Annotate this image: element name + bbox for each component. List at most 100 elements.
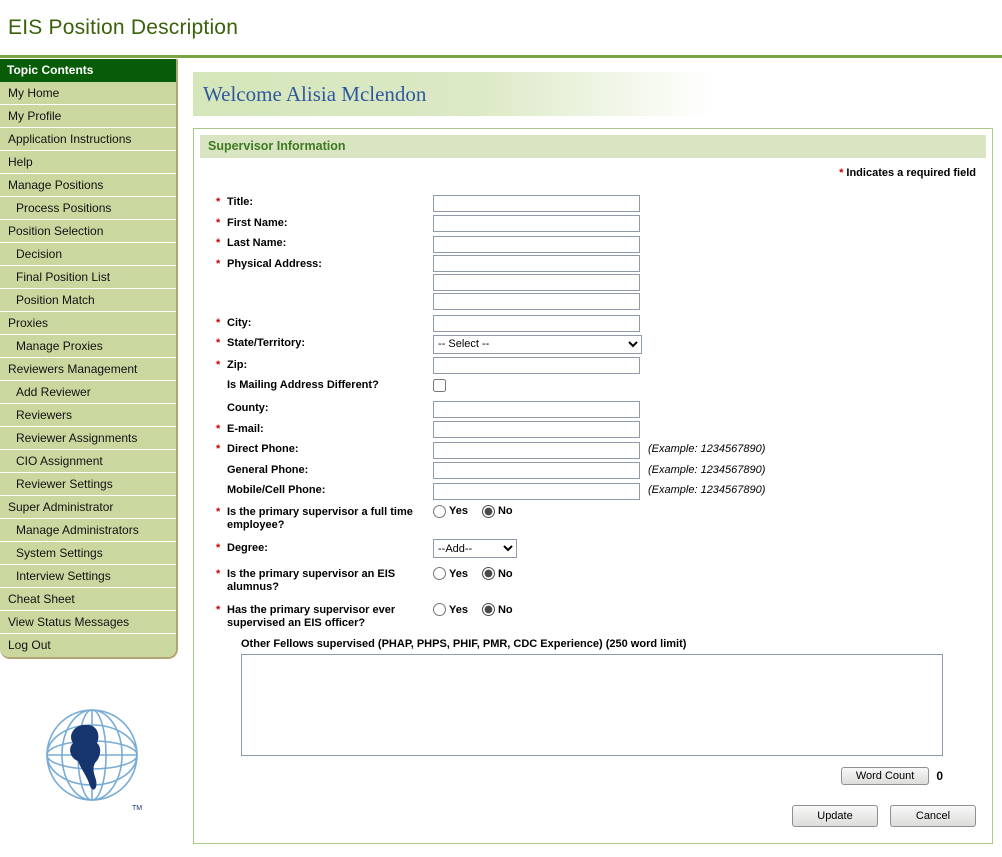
header-divider [0,55,1002,58]
last-name-input[interactable] [433,236,640,253]
required-asterisk: * [216,217,220,230]
degree-label: * Degree: [216,539,433,555]
sidebar-item-manage-positions[interactable]: Manage Positions [0,174,176,197]
state-territory-select[interactable]: -- Select -- [433,335,642,354]
mobile-phone-input[interactable] [433,483,640,500]
supervised-eis-yes-option[interactable]: Yes [433,603,468,616]
form-row-county: County: [216,399,976,418]
mailing-different-label: Is Mailing Address Different? [216,376,433,392]
required-asterisk: * [216,604,220,617]
sidebar-item-super-administrator[interactable]: Super Administrator [0,496,176,519]
word-count-button[interactable]: Word Count [841,767,930,785]
physical-address-line1-input[interactable] [433,255,640,272]
last-name-label: * Last Name: [216,234,433,250]
city-input[interactable] [433,315,640,332]
sidebar-item-log-out[interactable]: Log Out [0,634,176,657]
word-count-row: Word Count 0 [241,767,943,785]
sidebar-item-reviewers[interactable]: Reviewers [0,404,176,427]
alumnus-no-radio[interactable] [482,567,495,580]
sidebar-item-proxies[interactable]: Proxies [0,312,176,335]
form-actions: Update Cancel [792,805,976,827]
sidebar-item-application-instructions[interactable]: Application Instructions [0,128,176,151]
required-asterisk: * [216,359,220,372]
other-fellows-label: Other Fellows supervised (PHAP, PHPS, PH… [216,638,976,650]
cancel-button[interactable]: Cancel [890,805,976,827]
form-row-last-name: * Last Name: [216,234,976,253]
alumnus-no-option[interactable]: No [482,567,513,580]
general-phone-input[interactable] [433,462,640,479]
form-row-state: * State/Territory: -- Select -- [216,334,976,354]
mobile-phone-example-hint: (Example: 1234567890) [648,481,765,496]
sidebar-item-help[interactable]: Help [0,151,176,174]
state-territory-label: * State/Territory: [216,334,433,350]
supervised-eis-label: * Has the primary supervisor ever superv… [216,601,433,630]
sidebar-item-decision[interactable]: Decision [0,243,176,266]
sidebar-item-my-home[interactable]: My Home [0,82,176,105]
full-time-no-radio[interactable] [482,505,495,518]
full-time-no-option[interactable]: No [482,505,513,518]
sidebar-item-reviewer-assignments[interactable]: Reviewer Assignments [0,427,176,450]
update-button[interactable]: Update [792,805,878,827]
sidebar-item-process-positions[interactable]: Process Positions [0,197,176,220]
alumnus-yes-radio[interactable] [433,567,446,580]
physical-address-label: * Physical Address: [216,255,433,271]
title-label: * Title: [216,193,433,209]
form-row-first-name: * First Name: [216,214,976,233]
alumnus-yes-option[interactable]: Yes [433,567,468,580]
city-label: * City: [216,314,433,330]
welcome-message: Welcome Alisia Mclendon [203,82,426,106]
sidebar-item-my-profile[interactable]: My Profile [0,105,176,128]
sidebar-item-position-match[interactable]: Position Match [0,289,176,312]
sidebar-item-final-position-list[interactable]: Final Position List [0,266,176,289]
other-fellows-textarea[interactable] [241,654,943,756]
email-input[interactable] [433,421,640,438]
sidebar-item-cheat-sheet[interactable]: Cheat Sheet [0,588,176,611]
supervised-eis-no-option[interactable]: No [482,603,513,616]
mailing-different-checkbox[interactable] [433,379,446,392]
physical-address-line3-input[interactable] [433,293,640,310]
sidebar-item-manage-proxies[interactable]: Manage Proxies [0,335,176,358]
sidebar-item-interview-settings[interactable]: Interview Settings [0,565,176,588]
physical-address-line2-input[interactable] [433,274,640,291]
mobile-phone-label: Mobile/Cell Phone: [216,481,433,497]
title-input[interactable] [433,195,640,212]
full-time-yes-radio[interactable] [433,505,446,518]
form-row-full-time: * Is the primary supervisor a full time … [216,503,976,532]
county-label: County: [216,399,433,415]
page-title: EIS Position Description [8,16,238,40]
top-header: EIS Position Description [0,0,1002,55]
zip-label: * Zip: [216,356,433,372]
first-name-input[interactable] [433,215,640,232]
sidebar-item-position-selection[interactable]: Position Selection [0,220,176,243]
direct-phone-input[interactable] [433,442,640,459]
supervised-eis-yes-radio[interactable] [433,603,446,616]
required-asterisk: * [216,443,220,456]
sidebar-item-add-reviewer[interactable]: Add Reviewer [0,381,176,404]
county-input[interactable] [433,401,640,418]
required-field-note: * Indicates a required field [839,167,976,179]
welcome-banner: Welcome Alisia Mclendon [193,72,711,116]
form-row-city: * City: [216,314,976,333]
degree-select[interactable]: --Add-- [433,539,517,558]
required-asterisk: * [216,196,220,209]
globe-logo: TM [42,703,146,813]
email-label: * E-mail: [216,420,433,436]
form-row-general-phone: General Phone: (Example: 1234567890) [216,461,976,480]
form-row-zip: * Zip: [216,356,976,375]
sidebar-item-cio-assignment[interactable]: CIO Assignment [0,450,176,473]
sidebar-item-reviewers-management[interactable]: Reviewers Management [0,358,176,381]
sidebar-item-manage-administrators[interactable]: Manage Administrators [0,519,176,542]
sidebar-item-reviewer-settings[interactable]: Reviewer Settings [0,473,176,496]
direct-phone-example-hint: (Example: 1234567890) [648,440,765,455]
form-row-direct-phone: * Direct Phone: (Example: 1234567890) [216,440,976,459]
form-row-supervised-eis: * Has the primary supervisor ever superv… [216,601,976,630]
full-time-yes-option[interactable]: Yes [433,505,468,518]
word-count-value: 0 [936,769,943,783]
sidebar-item-view-status-messages[interactable]: View Status Messages [0,611,176,634]
form-row-mobile-phone: Mobile/Cell Phone: (Example: 1234567890) [216,481,976,500]
sidebar-item-system-settings[interactable]: System Settings [0,542,176,565]
required-asterisk: * [216,337,220,350]
general-phone-example-hint: (Example: 1234567890) [648,461,765,476]
zip-input[interactable] [433,357,640,374]
supervised-eis-no-radio[interactable] [482,603,495,616]
